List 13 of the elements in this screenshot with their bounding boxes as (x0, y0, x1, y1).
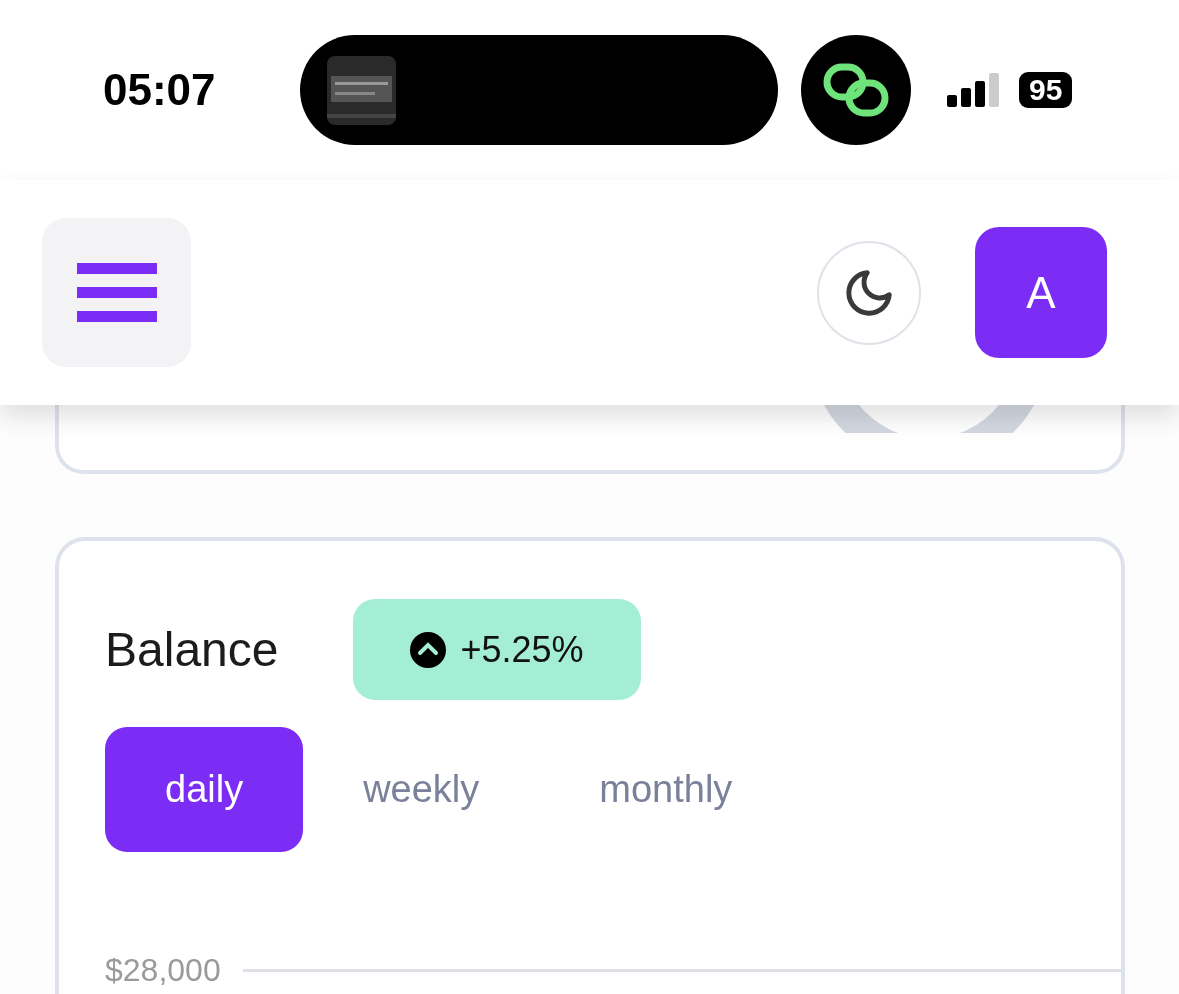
avatar-button[interactable]: A (975, 227, 1107, 358)
y-axis-label: $28,000 (105, 952, 221, 989)
period-tab[interactable]: daily (105, 727, 304, 852)
battery-level: 95 (1019, 72, 1073, 108)
status-time: 05:07 (103, 65, 217, 115)
period-tab[interactable]: weekly (303, 727, 540, 852)
menu-button[interactable] (42, 218, 191, 367)
signal-icon (947, 73, 1001, 107)
period-tab[interactable]: monthly (539, 727, 793, 852)
balance-title: Balance (105, 622, 280, 677)
menu-icon (76, 262, 157, 323)
link-icon (823, 63, 889, 117)
change-value: +5.25% (460, 628, 584, 671)
